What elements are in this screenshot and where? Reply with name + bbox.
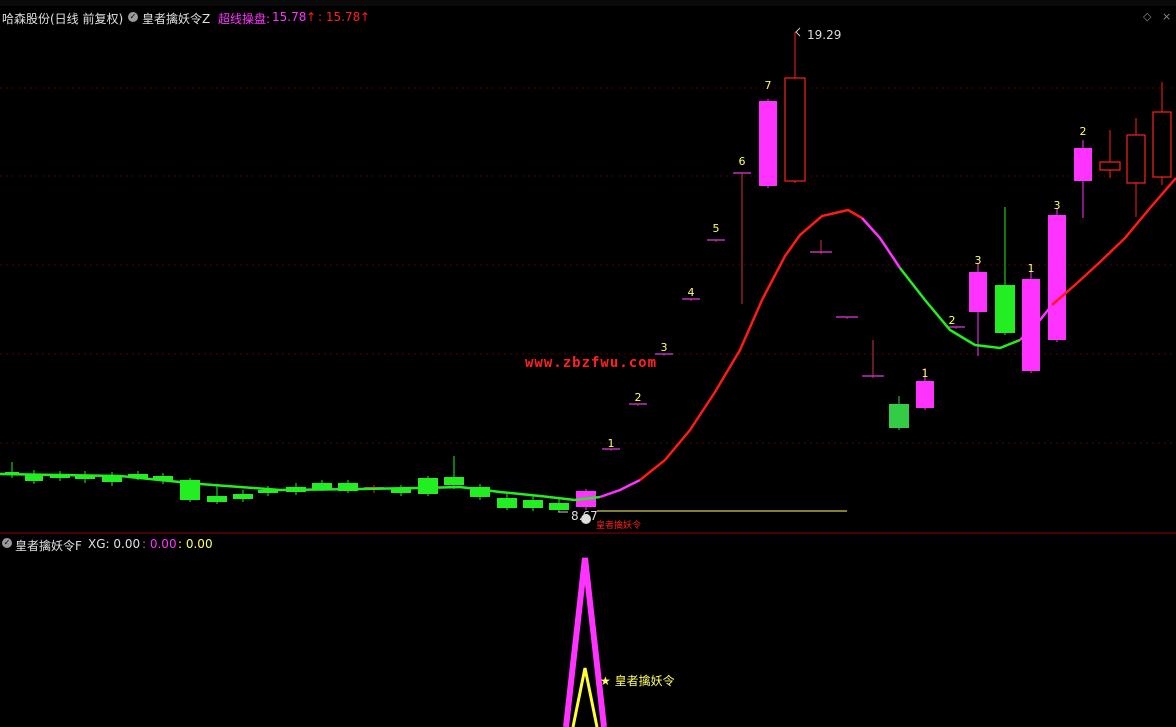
candle-body <box>1074 148 1092 181</box>
signal-dot <box>581 514 591 524</box>
count-label: 1 <box>608 437 615 450</box>
count-label: 3 <box>661 341 668 354</box>
candle-body <box>969 272 987 312</box>
count-label: 7 <box>765 79 772 92</box>
count-label: 3 <box>1054 199 1061 212</box>
candle-body <box>1152 111 1172 178</box>
high-marker <box>795 27 801 37</box>
count-label: 5 <box>713 222 720 235</box>
trend-curve-segment <box>599 478 641 499</box>
candle-body <box>207 496 227 502</box>
trend-curve-segment <box>861 217 902 269</box>
count-label: 4 <box>688 286 695 299</box>
candle-body <box>233 494 253 499</box>
candle-body <box>784 77 806 182</box>
count-label: 3 <box>975 254 982 267</box>
candle-body <box>312 483 332 489</box>
candle-body <box>523 500 543 508</box>
high-label: 19.29 <box>807 28 841 42</box>
candle-body <box>1099 161 1121 171</box>
watermark-text: www.zbzfwu.com <box>525 355 658 371</box>
candle-body <box>995 285 1015 333</box>
candle-body <box>1048 215 1066 340</box>
trend-curve-segment <box>1051 177 1176 306</box>
candle-body <box>759 101 777 186</box>
signal-text: ★ 皇者擒妖令 <box>600 673 675 688</box>
signal-mark-label: 皇者擒妖令 <box>596 519 641 531</box>
candle-body <box>916 381 934 408</box>
count-label: 1 <box>1028 262 1035 275</box>
candle-body <box>549 503 569 510</box>
count-label: 1 <box>922 367 929 380</box>
count-label: 2 <box>949 314 956 327</box>
count-label: 2 <box>1080 125 1087 138</box>
candle-body <box>497 498 517 508</box>
xg-spike <box>563 557 607 727</box>
candle-body <box>1126 134 1146 184</box>
candle-body <box>418 478 438 494</box>
count-label: 6 <box>739 155 746 168</box>
yellow-spike <box>571 667 599 727</box>
count-label: 2 <box>635 391 642 404</box>
candle-body <box>889 404 909 428</box>
candle-body <box>1022 279 1040 371</box>
trend-curve-segment <box>639 208 863 481</box>
candle-body <box>444 477 464 485</box>
